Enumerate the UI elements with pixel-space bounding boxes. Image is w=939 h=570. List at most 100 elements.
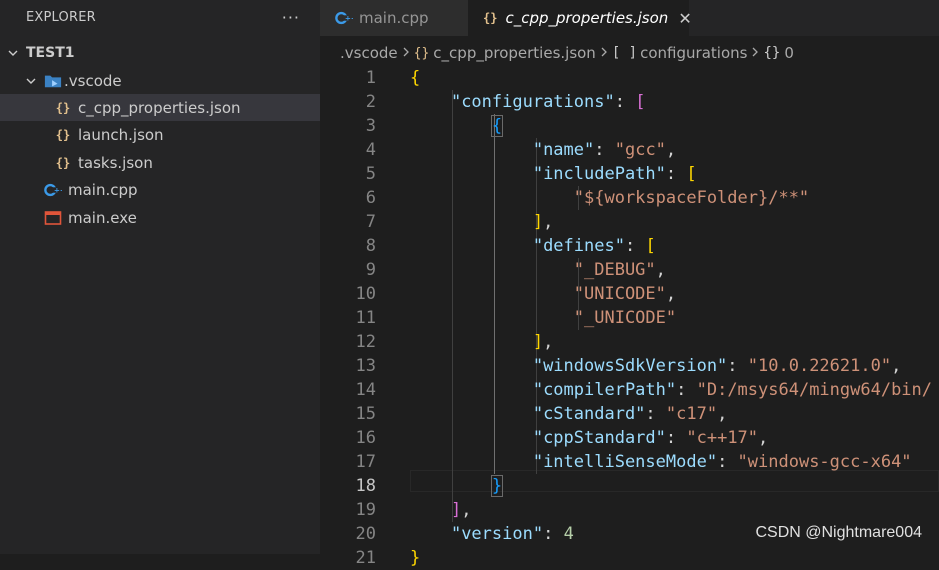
breadcrumb-object[interactable]: 0 — [784, 44, 794, 62]
json-file-icon: {} — [55, 127, 71, 142]
line-number: 5 — [365, 164, 376, 184]
code-token: "${workspaceFolder}/**" — [573, 188, 810, 208]
code-token: ] — [532, 212, 544, 232]
tab-label: c_cpp_properties.json — [505, 9, 669, 27]
tree-root-label: TEST1 — [26, 44, 75, 61]
code-token: "intelliSenseMode" — [532, 452, 718, 472]
explorer-sidebar: EXPLORER ··· TEST1 .vscode {} c_cpp_prop… — [0, 0, 320, 554]
code-token: "defines" — [532, 236, 625, 256]
code-token: "gcc" — [614, 140, 666, 160]
exe-file-icon — [44, 210, 62, 226]
breadcrumb-file[interactable]: c_cpp_properties.json — [433, 44, 596, 62]
tree-item-tasks-json[interactable]: {} tasks.json — [0, 149, 320, 176]
line-number: 11 — [355, 308, 376, 328]
tab-main-cpp[interactable]: ++ main.cpp — [320, 0, 468, 36]
watermark-text: CSDN @Nightmare004 — [755, 524, 922, 541]
code-token: ] — [450, 500, 462, 520]
breadcrumb-folder[interactable]: .vscode — [340, 44, 398, 62]
code-token: "cppStandard" — [532, 428, 666, 448]
line-number: 1 — [365, 68, 376, 88]
line-number: 19 — [355, 500, 376, 520]
code-line: } — [410, 546, 420, 570]
breadcrumb: .vscode {} c_cpp_properties.json [ ] con… — [340, 40, 794, 66]
code-line: "windowsSdkVersion": "10.0.22621.0", — [532, 356, 902, 376]
line-number: 21 — [355, 548, 376, 568]
explorer-title: EXPLORER — [26, 9, 96, 25]
line-number: 9 — [365, 260, 376, 280]
code-line: "intelliSenseMode": "windows-gcc-x64" — [532, 452, 912, 472]
code-line: "${workspaceFolder}/**" — [410, 186, 809, 210]
array-icon: [ ] — [611, 45, 638, 61]
code-line-active: } — [410, 474, 504, 498]
chevron-right-icon — [402, 44, 410, 62]
code-token: { — [410, 68, 421, 88]
text-cursor — [502, 476, 504, 496]
code-token: "configurations" — [450, 92, 615, 112]
json-file-icon: {} — [483, 11, 498, 25]
json-file-icon: {} — [55, 155, 71, 170]
code-line: "cppStandard": "c++17", — [532, 428, 769, 448]
tree-item-vscode-folder[interactable]: .vscode — [0, 67, 320, 94]
line-number: 2 — [365, 92, 376, 112]
code-line: "version": 4 — [450, 524, 574, 544]
code-token: "windowsSdkVersion" — [532, 356, 728, 376]
code-token: "_DEBUG" — [573, 260, 656, 280]
code-token: "D:/msys64/mingw64/bin/ — [696, 380, 933, 400]
tab-label: main.cpp — [359, 9, 429, 27]
chevron-down-icon — [6, 46, 20, 60]
tree-item-label: .vscode — [64, 71, 122, 90]
tree-item-launch-json[interactable]: {} launch.json — [0, 121, 320, 148]
line-number-active: 18 — [355, 476, 376, 496]
chevron-down-icon — [24, 74, 38, 88]
code-token: [ — [645, 236, 656, 256]
line-number: 8 — [365, 236, 376, 256]
tree-item-main-cpp[interactable]: ++ main.cpp — [0, 176, 320, 203]
vscode-folder-icon — [44, 73, 62, 89]
svg-text:++: ++ — [345, 14, 353, 23]
code-token: "version" — [450, 524, 544, 544]
code-line: { — [410, 114, 504, 138]
svg-text:++: ++ — [54, 185, 62, 194]
line-number: 14 — [355, 380, 376, 400]
code-line: ], — [450, 500, 472, 520]
tree-root-test1[interactable]: TEST1 — [0, 39, 320, 66]
code-token: "cStandard" — [532, 404, 646, 424]
code-line: "compilerPath": "D:/msys64/mingw64/bin/ — [532, 380, 933, 400]
line-number: 3 — [365, 116, 376, 136]
explorer-header: EXPLORER ··· — [0, 0, 320, 34]
line-number: 13 — [355, 356, 376, 376]
code-line: ], — [532, 332, 554, 352]
tree-item-label: c_cpp_properties.json — [78, 98, 241, 117]
editor-area: ++ main.cpp {} c_cpp_properties.json ✕ .… — [320, 0, 939, 568]
code-line: { — [410, 66, 420, 90]
code-token: { — [490, 115, 504, 137]
tab-bar: ++ main.cpp {} c_cpp_properties.json ✕ — [320, 0, 939, 36]
line-number: 10 — [355, 284, 376, 304]
code-token: "includePath" — [532, 164, 666, 184]
code-token: "compilerPath" — [532, 380, 677, 400]
code-token: "UNICODE" — [573, 284, 666, 304]
tree-item-main-exe[interactable]: main.exe — [0, 204, 320, 231]
tree-item-label: tasks.json — [78, 153, 153, 172]
code-token: "_UNICODE" — [573, 308, 677, 328]
close-icon[interactable]: ✕ — [678, 9, 691, 28]
json-file-icon: {} — [55, 100, 71, 115]
code-line: "_DEBUG", — [573, 260, 666, 280]
tree-item-c-cpp-properties[interactable]: {} c_cpp_properties.json — [0, 94, 320, 121]
breadcrumb-array[interactable]: configurations — [640, 44, 747, 62]
chevron-right-icon — [751, 44, 759, 62]
code-line: "includePath": [ — [532, 164, 697, 184]
code-token: } — [410, 548, 421, 568]
line-number: 17 — [355, 452, 376, 472]
tree-item-label: main.exe — [68, 208, 137, 227]
line-number: 7 — [365, 212, 376, 232]
line-number: 15 — [355, 404, 376, 424]
code-editor[interactable]: 1 2 3 4 5 6 7 8 9 10 11 12 13 14 15 16 1… — [320, 66, 939, 568]
cpp-file-icon: ++ — [44, 182, 62, 198]
cpp-file-icon: ++ — [335, 10, 353, 26]
line-number: 20 — [355, 524, 376, 544]
code-token: ] — [532, 332, 544, 352]
more-actions-icon[interactable]: ··· — [282, 8, 300, 27]
tab-c-cpp-properties[interactable]: {} c_cpp_properties.json ✕ — [468, 0, 692, 36]
code-line: "name": "gcc", — [532, 140, 677, 160]
